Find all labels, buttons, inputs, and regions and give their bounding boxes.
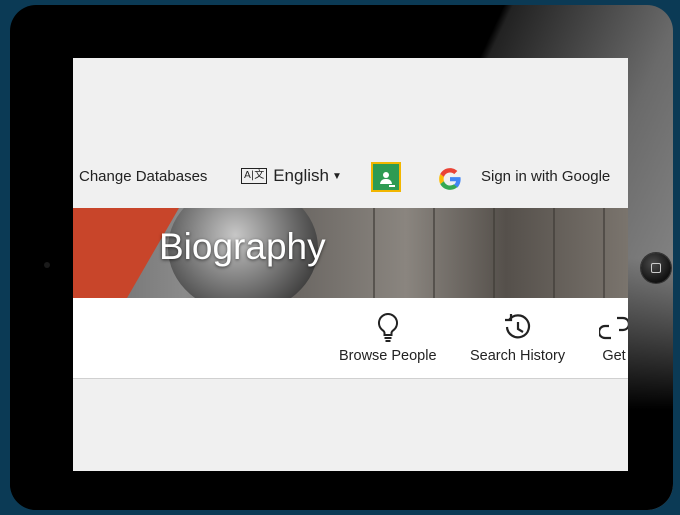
sign-in-google-link[interactable]: Sign in with Google (481, 168, 610, 185)
language-selector[interactable]: A|文 English ▼ (241, 166, 342, 186)
nav-label: Browse People (339, 348, 437, 364)
screen: Change Databases A|文 English ▼ Sign in w… (73, 58, 628, 471)
nav-label: Search History (470, 348, 566, 364)
top-bar: Change Databases A|文 English ▼ Sign in w… (73, 156, 628, 200)
google-classroom-icon[interactable] (371, 162, 401, 192)
page-title: Biography (159, 226, 326, 267)
banner: Biography (73, 208, 628, 298)
change-databases-link[interactable]: Change Databases (79, 168, 207, 185)
nav-get[interactable]: Get (599, 312, 628, 364)
camera (44, 262, 50, 268)
nav-browse-people[interactable]: Browse People (339, 312, 437, 364)
home-button[interactable] (641, 253, 671, 283)
nav-label: Get (602, 348, 626, 364)
google-g-icon[interactable] (437, 166, 463, 192)
lightbulb-icon (377, 312, 398, 342)
nav-search-history[interactable]: Search History (470, 312, 565, 364)
translate-icon: A|文 (241, 168, 268, 184)
nav-bar: Browse People Search History Get (73, 298, 628, 379)
link-icon (599, 316, 628, 340)
language-label: English (273, 166, 329, 185)
tablet-frame: Change Databases A|文 English ▼ Sign in w… (10, 5, 673, 510)
home-square-icon (651, 263, 661, 273)
history-icon (504, 314, 530, 339)
caret-down-icon: ▼ (331, 170, 342, 182)
